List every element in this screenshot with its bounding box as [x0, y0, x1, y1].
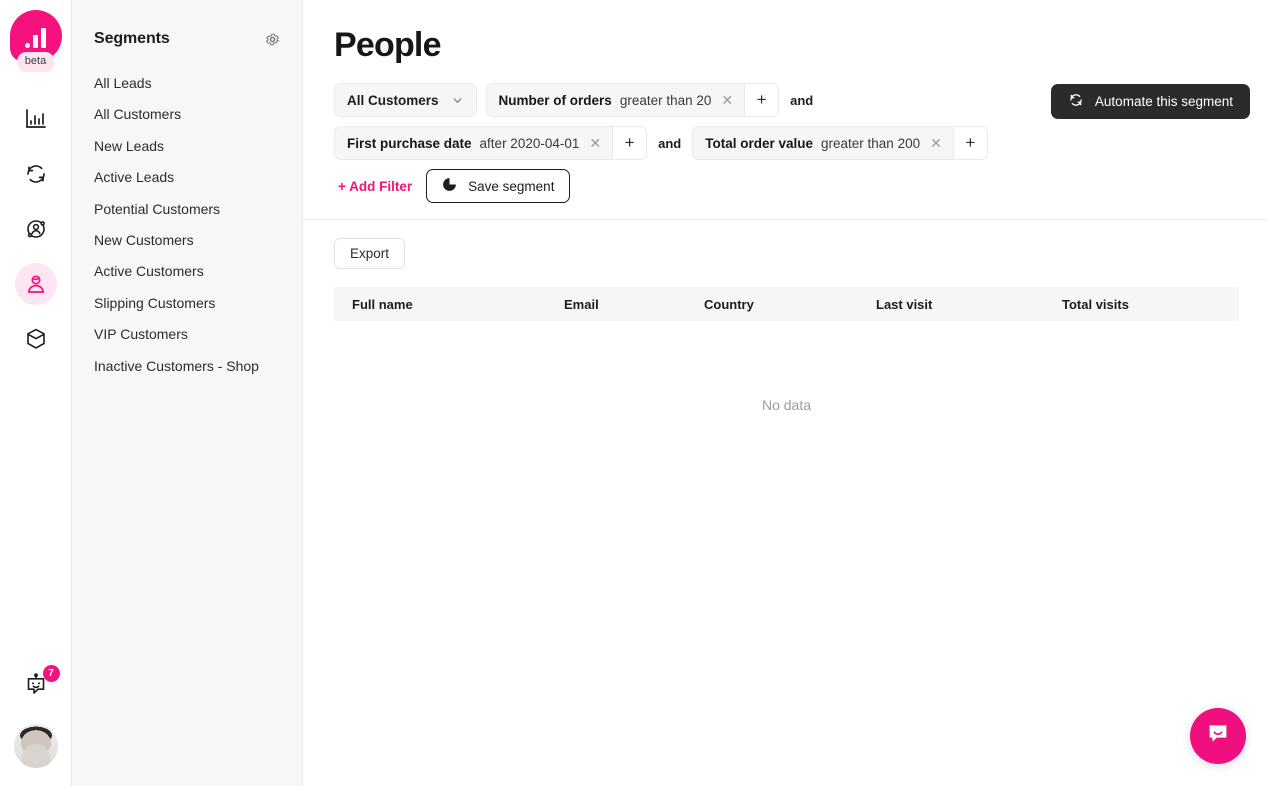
people-icon	[23, 271, 49, 297]
segments-list: All Leads All Customers New Leads Active…	[94, 75, 280, 374]
condition-chip-total-order-value: Total order value greater than 200 ✕ +	[692, 126, 988, 160]
gear-icon[interactable]	[265, 32, 280, 47]
logo-bars	[25, 28, 46, 48]
sidebar-item-new-customers[interactable]: New Customers	[94, 232, 280, 248]
condition-operator-value: greater than 20	[619, 92, 712, 108]
filter-row-2: First purchase date after 2020-04-01 ✕ +…	[334, 126, 1244, 160]
audience-select-value: All Customers	[347, 92, 439, 108]
column-header-country: Country	[704, 296, 754, 312]
sidebar-item-active-customers[interactable]: Active Customers	[94, 263, 280, 279]
automate-segment-button[interactable]: Automate this segment	[1050, 84, 1250, 119]
column-header-total-visits: Total visits	[1062, 296, 1129, 312]
segments-title: Segments	[94, 30, 170, 47]
assistant-button[interactable]: 7	[16, 665, 60, 708]
condition-field: Total order value	[705, 135, 814, 151]
close-icon[interactable]: ✕	[928, 136, 942, 150]
plus-icon[interactable]: +	[744, 84, 779, 116]
main-content: People All Customers Number of orders gr…	[303, 0, 1268, 786]
conjunction-label-2: and	[658, 135, 682, 151]
condition-body[interactable]: Number of orders greater than 20 ✕	[487, 84, 745, 116]
app-root: beta 7 Segments All Leads All Customers …	[0, 0, 1268, 786]
conjunction-label-1: and	[790, 92, 814, 108]
plus-icon[interactable]: +	[952, 127, 987, 159]
section-divider	[303, 219, 1268, 220]
table-empty-state: No data	[761, 397, 812, 413]
rail-item-automations[interactable]	[15, 153, 57, 195]
filter-actions: + Add Filter Save segment	[334, 169, 1244, 203]
condition-chip-number-of-orders: Number of orders greater than 20 ✕ +	[485, 83, 780, 117]
rail-item-people[interactable]	[14, 263, 57, 305]
sidebar-item-active-leads[interactable]: Active Leads	[94, 169, 280, 185]
condition-body[interactable]: Total order value greater than 200 ✕	[693, 127, 953, 159]
audience-select[interactable]: All Customers	[334, 83, 477, 117]
chat-bubble-icon	[1205, 721, 1231, 752]
table-header-row: Full name Email Country Last visit Total…	[334, 287, 1239, 321]
support-launcher-button[interactable]	[1190, 708, 1246, 764]
column-header-last-visit: Last visit	[876, 296, 933, 312]
plus-icon[interactable]: +	[612, 127, 647, 159]
rail-item-products[interactable]	[15, 318, 57, 360]
condition-operator-value: greater than 200	[821, 135, 921, 151]
page-title: People	[334, 26, 441, 64]
pie-chart-icon	[442, 177, 457, 195]
rail-icon-list	[14, 98, 57, 360]
assistant-badge-count: 7	[42, 665, 60, 682]
automate-segment-label: Automate this segment	[1094, 94, 1233, 109]
beta-badge: beta	[16, 52, 55, 72]
segments-header: Segments	[94, 30, 280, 48]
refresh-icon	[1068, 92, 1084, 111]
column-header-email: Email	[564, 296, 599, 312]
products-icon	[23, 326, 49, 352]
condition-field: Number of orders	[498, 92, 612, 108]
primary-nav-rail: beta 7	[0, 0, 72, 786]
audience-icon	[23, 216, 49, 242]
close-icon[interactable]: ✕	[587, 136, 601, 150]
people-table: Full name Email Country Last visit Total…	[334, 287, 1239, 413]
save-segment-button[interactable]: Save segment	[426, 169, 571, 203]
sidebar-item-new-leads[interactable]: New Leads	[94, 138, 280, 154]
analytics-icon	[23, 106, 49, 132]
condition-chip-first-purchase-date: First purchase date after 2020-04-01 ✕ +	[334, 126, 648, 160]
app-logo[interactable]: beta	[9, 10, 62, 72]
avatar-photo	[13, 724, 58, 768]
sidebar-item-inactive-customers-shop[interactable]: Inactive Customers - Shop	[94, 358, 280, 374]
close-icon[interactable]: ✕	[719, 93, 733, 107]
condition-field: First purchase date	[347, 135, 472, 151]
sidebar-item-slipping-customers[interactable]: Slipping Customers	[94, 295, 280, 311]
rail-item-analytics[interactable]	[15, 98, 57, 140]
avatar[interactable]	[13, 724, 58, 768]
save-segment-label: Save segment	[468, 178, 555, 194]
sidebar-item-vip-customers[interactable]: VIP Customers	[94, 326, 280, 342]
export-button[interactable]: Export	[334, 238, 406, 269]
condition-operator-value: after 2020-04-01	[479, 135, 580, 151]
sidebar-item-all-customers[interactable]: All Customers	[94, 106, 280, 122]
chevron-down-icon	[451, 94, 464, 107]
rail-item-audience[interactable]	[15, 208, 57, 250]
column-header-full-name: Full name	[352, 296, 413, 312]
add-filter-button[interactable]: + Add Filter	[334, 173, 416, 200]
automations-icon	[23, 161, 49, 187]
sidebar-item-potential-customers[interactable]: Potential Customers	[94, 201, 280, 217]
condition-body[interactable]: First purchase date after 2020-04-01 ✕	[335, 127, 612, 159]
sidebar-item-all-leads[interactable]: All Leads	[94, 75, 280, 91]
segments-panel: Segments All Leads All Customers New Lea…	[72, 0, 303, 786]
rail-bottom-group: 7	[0, 665, 71, 768]
